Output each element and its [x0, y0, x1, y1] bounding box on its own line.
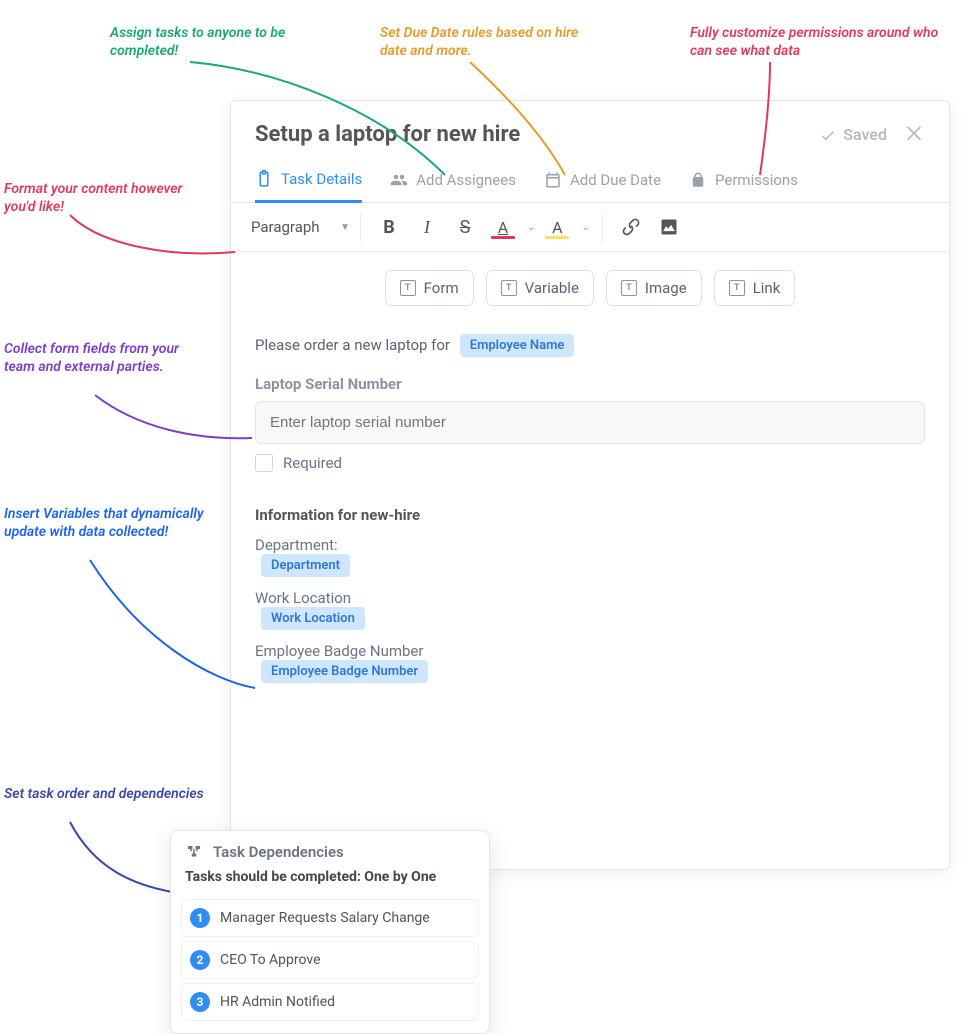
people-icon [390, 171, 408, 189]
serial-label: Laptop Serial Number [255, 375, 925, 393]
text-color-button[interactable]: A [487, 211, 519, 243]
paragraph-style-select[interactable]: Paragraph ▼ [241, 212, 361, 242]
insert-form-button[interactable]: T Form [385, 270, 474, 306]
order-badge: 2 [190, 950, 210, 970]
highlight-color-button[interactable]: A [541, 211, 573, 243]
italic-button[interactable]: I [411, 211, 443, 243]
dep-item[interactable]: 1 Manager Requests Salary Change [181, 899, 479, 937]
check-icon [819, 126, 837, 144]
t-glyph-icon: T [501, 280, 517, 296]
tab-add-due-date[interactable]: Add Due Date [544, 160, 661, 202]
tab-label: Task Details [281, 170, 362, 188]
deps-subtitle: Tasks should be completed: One by One [171, 867, 489, 891]
annotation-forms: Collect form fields from your team and e… [4, 340, 204, 376]
chevron-down-icon[interactable]: ⌄ [581, 222, 589, 233]
required-checkbox[interactable] [255, 454, 273, 472]
close-icon [903, 121, 925, 143]
chip-label: Image [645, 279, 687, 297]
variable-pill-work-location[interactable]: Work Location [261, 607, 365, 630]
tab-add-assignees[interactable]: Add Assignees [390, 160, 516, 202]
chip-label: Link [753, 279, 781, 297]
card-header: Setup a laptop for new hire Saved [231, 101, 949, 160]
t-glyph-icon: T [400, 280, 416, 296]
variable-pill-employee-name[interactable]: Employee Name [460, 334, 575, 357]
image-icon [659, 217, 679, 237]
insert-chip-row: T Form T Variable T Image T Link [231, 252, 949, 316]
chip-label: Variable [525, 279, 579, 297]
close-button[interactable] [903, 121, 925, 148]
dept-label: Department: [255, 536, 925, 554]
task-editor-card: Setup a laptop for new hire Saved Task D… [230, 100, 950, 870]
card-title: Setup a laptop for new hire [255, 122, 520, 147]
editor-body[interactable]: Please order a new laptop for Employee N… [231, 316, 949, 707]
order-badge: 1 [190, 908, 210, 928]
text-format-group: B I S A ⌄ A ⌄ [361, 211, 603, 243]
dep-label: Manager Requests Salary Change [220, 910, 430, 926]
required-label: Required [283, 454, 342, 472]
annotation-format: Format your content however you'd like! [4, 180, 204, 216]
sitemap-icon [185, 843, 203, 861]
dep-label: HR Admin Notified [220, 994, 335, 1010]
saved-label: Saved [843, 125, 887, 144]
tab-task-details[interactable]: Task Details [255, 160, 362, 203]
variable-pill-department[interactable]: Department [261, 554, 350, 577]
image-button[interactable] [653, 211, 685, 243]
dep-label: CEO To Approve [220, 952, 321, 968]
sentence-text: Please order a new laptop for [255, 336, 450, 354]
deps-list: 1 Manager Requests Salary Change 2 CEO T… [171, 891, 489, 1033]
tab-permissions[interactable]: Permissions [689, 160, 798, 202]
variable-pill-badge-number[interactable]: Employee Badge Number [261, 660, 428, 683]
tab-label: Add Due Date [570, 171, 661, 189]
chevron-down-icon[interactable]: ⌄ [527, 222, 535, 233]
dep-item[interactable]: 2 CEO To Approve [181, 941, 479, 979]
annotation-assignees: Assign tasks to anyone to be completed! [110, 24, 320, 60]
tab-label: Permissions [715, 171, 798, 189]
deps-header: Task Dependencies [171, 831, 489, 867]
chip-label: Form [424, 279, 459, 297]
t-glyph-icon: T [729, 280, 745, 296]
intro-sentence: Please order a new laptop for Employee N… [255, 334, 925, 357]
annotation-permissions: Fully customize permissions around who c… [690, 24, 950, 60]
calendar-icon [544, 171, 562, 189]
clipboard-icon [255, 170, 273, 188]
link-icon [621, 217, 641, 237]
serial-input[interactable] [255, 401, 925, 444]
section-head: Information for new-hire [255, 506, 925, 524]
order-badge: 3 [190, 992, 210, 1012]
lock-icon [689, 171, 707, 189]
saved-badge: Saved [819, 125, 887, 144]
location-label: Work Location [255, 589, 925, 607]
insert-format-group [603, 211, 697, 243]
format-toolbar: Paragraph ▼ B I S A ⌄ A ⌄ [231, 203, 949, 252]
t-glyph-icon: T [621, 280, 637, 296]
insert-variable-button[interactable]: T Variable [486, 270, 594, 306]
tab-label: Add Assignees [416, 171, 516, 189]
deps-title: Task Dependencies [213, 843, 344, 861]
badge-label: Employee Badge Number [255, 642, 925, 660]
link-button[interactable] [615, 211, 647, 243]
chevron-down-icon: ▼ [340, 222, 350, 233]
annotation-due-date: Set Due Date rules based on hire date an… [380, 24, 590, 60]
required-row[interactable]: Required [255, 454, 925, 472]
tab-bar: Task Details Add Assignees Add Due Date … [231, 160, 949, 203]
style-label: Paragraph [251, 218, 320, 236]
strikethrough-button[interactable]: S [449, 211, 481, 243]
task-dependencies-card: Task Dependencies Tasks should be comple… [170, 830, 490, 1034]
dep-item[interactable]: 3 HR Admin Notified [181, 983, 479, 1021]
insert-link-button[interactable]: T Link [714, 270, 796, 306]
annotation-dependencies: Set task order and dependencies [4, 785, 204, 803]
annotation-variables: Insert Variables that dynamically update… [4, 505, 214, 541]
insert-image-button[interactable]: T Image [606, 270, 702, 306]
bold-button[interactable]: B [373, 211, 405, 243]
